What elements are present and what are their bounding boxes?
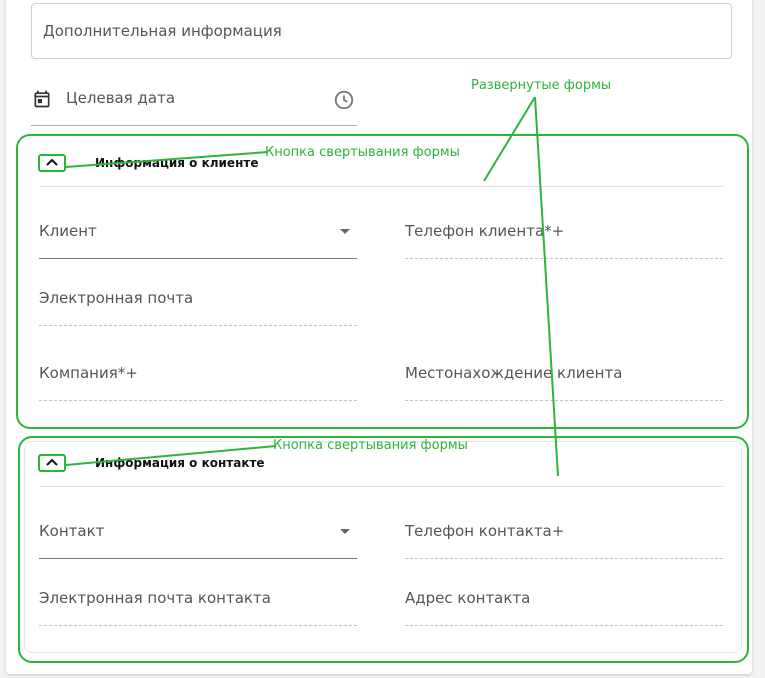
- dropdown-arrow-icon[interactable]: [340, 229, 350, 234]
- email-underline[interactable]: [39, 325, 357, 326]
- contact-section-title: Информация о контакте: [95, 456, 265, 470]
- client-section-divider: [39, 186, 723, 187]
- target-date-label: Целевая дата: [66, 89, 176, 107]
- annotation-collapse-button-1: Кнопка свертывания формы: [265, 145, 460, 160]
- company-label: Компания*+: [39, 364, 138, 382]
- contact-phone-underline[interactable]: [405, 558, 723, 559]
- contact-address-label: Адрес контакта: [405, 589, 531, 607]
- client-location-label: Местонахождение клиента: [405, 364, 623, 382]
- contact-section-highlight: [18, 436, 749, 663]
- client-section-title: Информация о клиенте: [95, 156, 259, 170]
- chevron-up-icon: [46, 458, 58, 466]
- calendar-icon[interactable]: [32, 89, 52, 109]
- additional-info-label: Дополнительная информация: [43, 22, 282, 40]
- contact-address-underline[interactable]: [405, 625, 723, 626]
- client-location-underline[interactable]: [405, 400, 723, 401]
- clock-icon[interactable]: [333, 89, 355, 111]
- client-phone-underline[interactable]: [405, 258, 723, 259]
- client-phone-label: Телефон клиента*+: [405, 222, 565, 240]
- client-section-highlight: [16, 134, 749, 429]
- client-select-label: Клиент: [39, 222, 97, 240]
- contact-email-underline[interactable]: [39, 625, 357, 626]
- dropdown-arrow-icon[interactable]: [340, 529, 350, 534]
- company-underline[interactable]: [39, 400, 357, 401]
- chevron-up-icon: [46, 158, 58, 166]
- contact-select-underline[interactable]: [39, 558, 357, 559]
- target-date-underline: [31, 125, 357, 126]
- client-select-underline[interactable]: [39, 258, 357, 259]
- contact-collapse-button[interactable]: [38, 454, 66, 472]
- client-collapse-button[interactable]: [38, 154, 66, 172]
- contact-phone-label: Телефон контакта+: [405, 522, 565, 540]
- contact-select-label: Контакт: [39, 522, 105, 540]
- contact-email-label: Электронная почта контакта: [39, 589, 271, 607]
- annotation-collapse-button-2: Кнопка свертывания формы: [273, 438, 468, 453]
- annotation-expanded-forms: Развернутые формы: [471, 78, 612, 93]
- additional-info-input[interactable]: Дополнительная информация: [31, 3, 732, 59]
- email-label: Электронная почта: [39, 289, 194, 307]
- contact-section-divider: [39, 486, 723, 487]
